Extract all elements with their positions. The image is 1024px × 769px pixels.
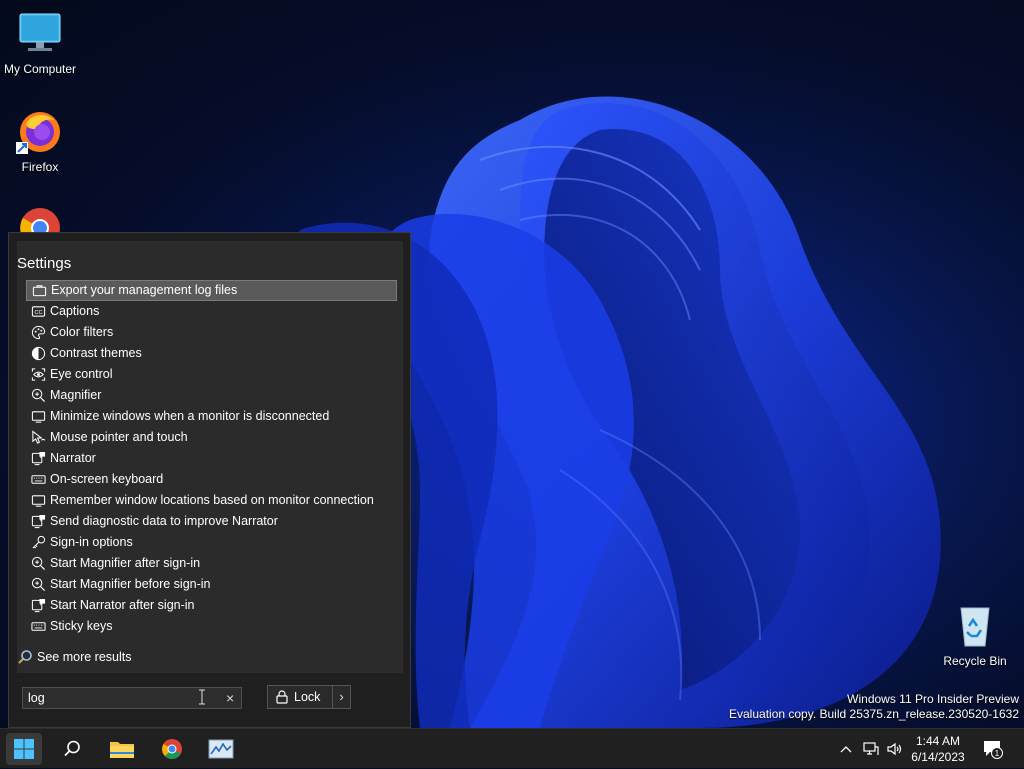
- file-explorer-icon: [110, 742, 134, 758]
- desktop-icon-label: Firefox: [21, 160, 59, 174]
- search-result-label: Minimize windows when a monitor is disco…: [50, 409, 330, 423]
- see-more-results-link[interactable]: See more results: [17, 649, 131, 665]
- watermark-line-1: Windows 11 Pro Insider Preview: [847, 692, 1019, 706]
- text-cursor-icon: [199, 689, 205, 705]
- magnifier-icon: [30, 577, 46, 593]
- results-category-header: Settings: [17, 255, 72, 272]
- svg-text:CC: CC: [34, 310, 42, 316]
- magnifier-icon: [30, 556, 46, 572]
- search-result-item[interactable]: Minimize windows when a monitor is disco…: [26, 406, 397, 427]
- taskbar-file-explorer[interactable]: [104, 733, 140, 765]
- search-result-item[interactable]: Sticky keys: [26, 616, 397, 637]
- watermark-line-2: Evaluation copy. Build 25375.zn_release.…: [729, 707, 1019, 721]
- see-more-label: See more results: [37, 650, 132, 664]
- search-result-label: Eye control: [50, 367, 113, 381]
- search-result-item[interactable]: Start Magnifier after sign-in: [26, 553, 397, 574]
- search-result-item[interactable]: CC Captions: [26, 301, 397, 322]
- taskbar: 1:44 AM 6/14/2023 1: [0, 728, 1024, 768]
- lock-button[interactable]: Lock: [267, 685, 333, 709]
- search-result-item[interactable]: Mouse pointer and touch: [26, 427, 397, 448]
- keyboard-icon: [30, 472, 46, 488]
- search-result-label: Mouse pointer and touch: [50, 430, 188, 444]
- search-result-label: Contrast themes: [50, 346, 142, 360]
- desktop-icon-firefox[interactable]: Firefox: [0, 108, 80, 174]
- narrator-icon: [30, 451, 46, 467]
- search-result-item[interactable]: Color filters: [26, 322, 397, 343]
- search-menu: Settings Export your management log file…: [8, 232, 411, 728]
- desktop-icon-recycle-bin[interactable]: Recycle Bin: [935, 602, 1015, 668]
- desktop-icon-label: My Computer: [3, 62, 77, 76]
- clear-search-button[interactable]: ×: [226, 689, 234, 707]
- search-result-label: On-screen keyboard: [50, 472, 164, 486]
- taskbar-performance-monitor[interactable]: [203, 733, 239, 765]
- evaluation-watermark: Windows 11 Pro Insider Preview Evaluatio…: [729, 692, 1019, 722]
- search-result-item[interactable]: Remember window locations based on monit…: [26, 490, 397, 511]
- search-result-item[interactable]: Eye control: [26, 364, 397, 385]
- search-result-item[interactable]: Start Magnifier before sign-in: [26, 574, 397, 595]
- taskbar-chrome[interactable]: [154, 733, 190, 765]
- lock-icon: [276, 690, 288, 704]
- keyboard-icon: [30, 619, 46, 635]
- narrator-icon: [30, 598, 46, 614]
- search-result-item[interactable]: Contrast themes: [26, 343, 397, 364]
- search-result-label: Send diagnostic data to improve Narrator: [50, 514, 278, 528]
- contrast-icon: [30, 346, 46, 362]
- search-result-label: Sticky keys: [50, 619, 113, 633]
- chevron-up-icon[interactable]: [838, 741, 854, 757]
- start-button[interactable]: [6, 733, 42, 765]
- pointer-icon: [30, 430, 46, 446]
- search-result-item[interactable]: Export your management log files: [26, 280, 397, 301]
- notification-count: 1: [995, 749, 1000, 758]
- search-result-item[interactable]: Magnifier: [26, 385, 397, 406]
- search-input[interactable]: [22, 687, 242, 709]
- search-glass-icon: [18, 650, 32, 664]
- search-result-label: Start Magnifier before sign-in: [50, 577, 211, 591]
- system-tray: [838, 729, 904, 769]
- search-result-label: Remember window locations based on monit…: [50, 493, 374, 507]
- briefcase-icon: [31, 283, 47, 299]
- search-result-item[interactable]: On-screen keyboard: [26, 469, 397, 490]
- firefox-icon: [16, 108, 64, 156]
- search-result-label: Export your management log files: [51, 283, 238, 297]
- search-icon: [64, 740, 80, 757]
- monitor-icon: [30, 493, 46, 509]
- search-result-label: Narrator: [50, 451, 96, 465]
- search-results-list: Export your management log files CC Captio…: [26, 280, 397, 637]
- notification-icon: 1: [984, 741, 1003, 759]
- start-icon: [14, 739, 34, 759]
- taskbar-clock[interactable]: 1:44 AM 6/14/2023: [900, 733, 976, 765]
- power-options-arrow[interactable]: ›: [333, 685, 351, 709]
- search-result-label: Start Narrator after sign-in: [50, 598, 195, 612]
- search-bar-row: × Lock ›: [17, 677, 403, 721]
- clock-time: 1:44 AM: [915, 734, 961, 748]
- desktop-icon-my-computer[interactable]: My Computer: [0, 10, 80, 76]
- desktop-icon-label: Recycle Bin: [943, 654, 1007, 668]
- network-icon[interactable]: [862, 741, 880, 757]
- monitor-icon: [16, 10, 64, 58]
- key-icon: [30, 535, 46, 551]
- search-result-label: Color filters: [50, 325, 114, 339]
- eye-control-icon: [30, 367, 46, 383]
- recycle-bin-icon: [951, 602, 999, 650]
- lock-label: Lock: [294, 690, 321, 704]
- monitor-icon: [30, 409, 46, 425]
- search-result-item[interactable]: Narrator: [26, 448, 397, 469]
- clock-date: 6/14/2023: [911, 750, 965, 764]
- palette-icon: [30, 325, 46, 341]
- search-result-label: Magnifier: [50, 388, 102, 402]
- narrator-icon: [30, 514, 46, 530]
- search-result-label: Sign-in options: [50, 535, 133, 549]
- magnifier-icon: [30, 388, 46, 404]
- taskbar-search-button[interactable]: [54, 733, 90, 765]
- notification-center-button[interactable]: 1: [978, 733, 1008, 765]
- chrome-icon: [162, 739, 182, 759]
- search-result-label: Captions: [50, 304, 100, 318]
- search-result-item[interactable]: Start Narrator after sign-in: [26, 595, 397, 616]
- cc-icon: CC: [30, 304, 46, 320]
- performance-monitor-icon: [208, 739, 234, 759]
- search-result-label: Start Magnifier after sign-in: [50, 556, 201, 570]
- search-result-item[interactable]: Send diagnostic data to improve Narrator: [26, 511, 397, 532]
- search-result-item[interactable]: Sign-in options: [26, 532, 397, 553]
